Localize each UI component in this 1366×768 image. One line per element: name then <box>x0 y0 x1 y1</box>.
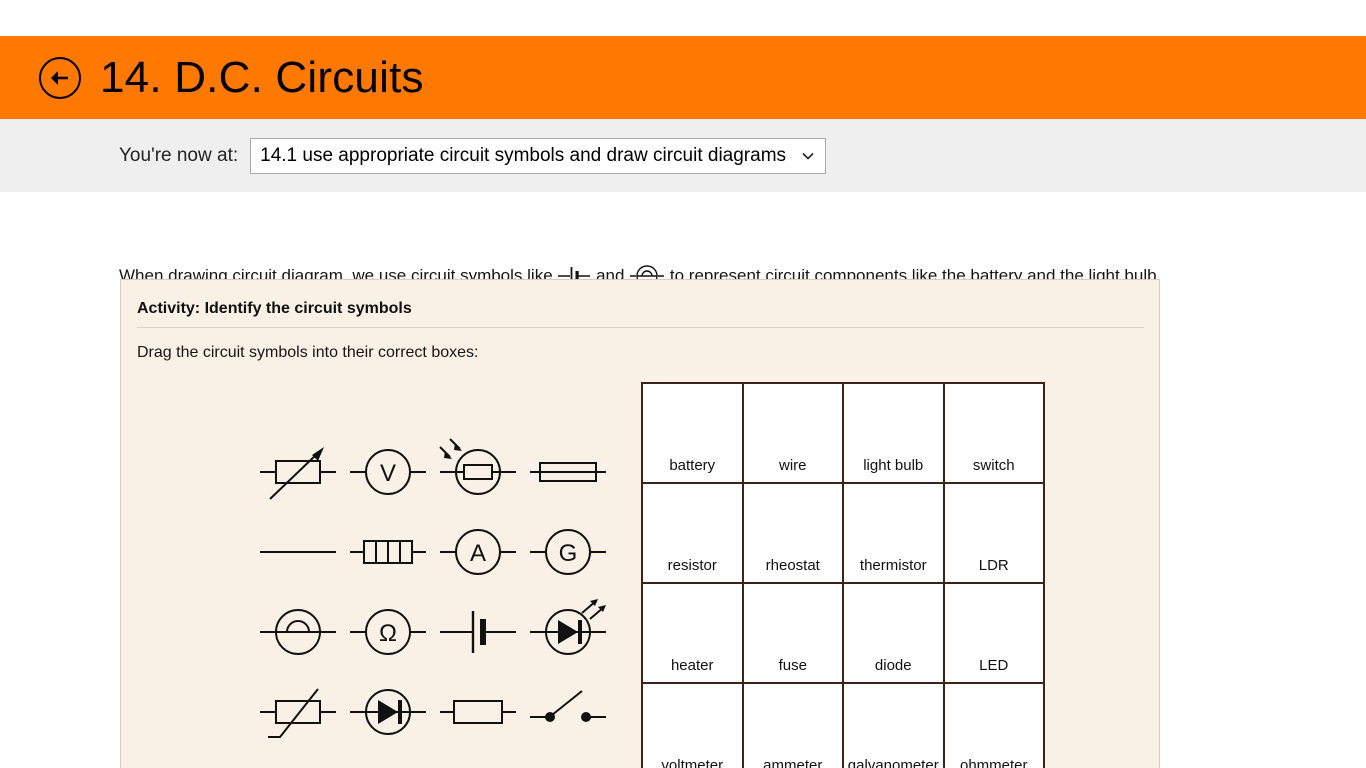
drop-cell-galvanometer[interactable]: galvanometer <box>844 684 945 768</box>
drop-cell-ammeter[interactable]: ammeter <box>743 684 844 768</box>
drop-cell-label: diode <box>874 657 912 674</box>
diode-symbol[interactable] <box>343 672 433 752</box>
activity-title-text: Identify the circuit symbols <box>204 300 412 317</box>
chevron-down-icon <box>801 149 815 163</box>
svg-text:Ω: Ω <box>379 620 397 647</box>
drop-cell-led[interactable]: LED <box>944 584 1045 684</box>
light-bulb-symbol[interactable] <box>253 592 343 672</box>
svg-text:A: A <box>470 540 486 567</box>
drop-cell-label: battery <box>669 457 716 474</box>
drop-cell-label: wire <box>778 457 807 474</box>
symbol-row: Ω <box>253 592 643 672</box>
drop-cell-label: voltmeter <box>661 757 724 768</box>
drop-cell-resistor[interactable]: resistor <box>643 484 744 584</box>
drop-cell-thermistor[interactable]: thermistor <box>844 484 945 584</box>
drop-row: resistor rheostat thermistor LDR <box>643 484 1045 584</box>
switch-symbol[interactable] <box>523 672 613 752</box>
app-page: 14. D.C. Circuits You're now at: 14.1 us… <box>0 0 1366 768</box>
drop-cell-switch[interactable]: switch <box>944 384 1045 484</box>
drop-cell-label: heater <box>670 657 714 674</box>
drop-target-grid: battery wire light bulb switch resistor … <box>641 382 1045 768</box>
drop-cell-label: fuse <box>778 657 807 674</box>
voltmeter-symbol[interactable]: V <box>343 432 433 512</box>
drop-cell-heater[interactable]: heater <box>643 584 744 684</box>
symbol-tray: V A G Ω <box>253 432 643 752</box>
ohmmeter-symbol[interactable]: Ω <box>343 592 433 672</box>
battery-symbol[interactable] <box>433 592 523 672</box>
heater-symbol[interactable] <box>343 512 433 592</box>
activity-divider <box>137 327 1144 328</box>
drop-cell-ldr[interactable]: LDR <box>944 484 1045 584</box>
rheostat-symbol[interactable] <box>253 432 343 512</box>
objective-dropdown[interactable]: 14.1 use appropriate circuit symbols and… <box>250 137 827 174</box>
symbol-row: V <box>253 432 643 512</box>
drop-row: heater fuse diode LED <box>643 584 1045 684</box>
ammeter-symbol[interactable]: A <box>433 512 523 592</box>
svg-text:G: G <box>559 540 578 567</box>
drop-cell-label: LDR <box>978 557 1009 574</box>
activity-instruction: Drag the circuit symbols into their corr… <box>137 344 479 361</box>
drop-cell-label: switch <box>972 457 1015 474</box>
svg-text:V: V <box>380 460 396 487</box>
symbol-row: A G <box>253 512 643 592</box>
drop-row: voltmeter ammeter galvanometer ohmmeter <box>643 684 1045 768</box>
drop-cell-label: rheostat <box>765 557 820 574</box>
fuse-symbol[interactable] <box>523 432 613 512</box>
drop-cell-label: resistor <box>667 557 717 574</box>
resistor-symbol[interactable] <box>433 672 523 752</box>
drop-cell-label: light bulb <box>863 457 924 474</box>
drop-cell-label: galvanometer <box>847 757 939 768</box>
drop-cell-label: ammeter <box>763 757 823 768</box>
symbol-row <box>253 672 643 752</box>
drop-cell-ohmmeter[interactable]: ohmmeter <box>944 684 1045 768</box>
activity-heading: Activity: Identify the circuit symbols <box>137 300 412 318</box>
thermistor-symbol[interactable] <box>253 672 343 752</box>
top-white-strip <box>0 0 1366 36</box>
wire-symbol[interactable] <box>253 512 343 592</box>
drop-cell-label: ohmmeter <box>959 757 1028 768</box>
drop-cell-light-bulb[interactable]: light bulb <box>844 384 945 484</box>
drop-cell-label: LED <box>979 657 1009 674</box>
drop-cell-voltmeter[interactable]: voltmeter <box>643 684 744 768</box>
drop-row: battery wire light bulb switch <box>643 384 1045 484</box>
drop-cell-wire[interactable]: wire <box>743 384 844 484</box>
page-header: 14. D.C. Circuits <box>0 36 1366 119</box>
drop-cell-battery[interactable]: battery <box>643 384 744 484</box>
objective-dropdown-value: 14.1 use appropriate circuit symbols and… <box>260 144 787 166</box>
drop-cell-diode[interactable]: diode <box>844 584 945 684</box>
activity-panel: Activity: Identify the circuit symbols D… <box>120 279 1160 768</box>
ldr-symbol[interactable] <box>433 432 523 512</box>
galvanometer-symbol[interactable]: G <box>523 512 613 592</box>
activity-label: Activity: <box>137 300 201 317</box>
led-symbol[interactable] <box>523 592 613 672</box>
subheader-bar: You're now at: 14.1 use appropriate circ… <box>0 119 1366 192</box>
drop-cell-label: thermistor <box>859 557 927 574</box>
location-label: You're now at: <box>119 144 239 166</box>
back-arrow-circle-icon[interactable] <box>38 56 82 100</box>
drop-cell-rheostat[interactable]: rheostat <box>743 484 844 584</box>
drop-cell-fuse[interactable]: fuse <box>743 584 844 684</box>
page-title: 14. D.C. Circuits <box>100 52 424 102</box>
